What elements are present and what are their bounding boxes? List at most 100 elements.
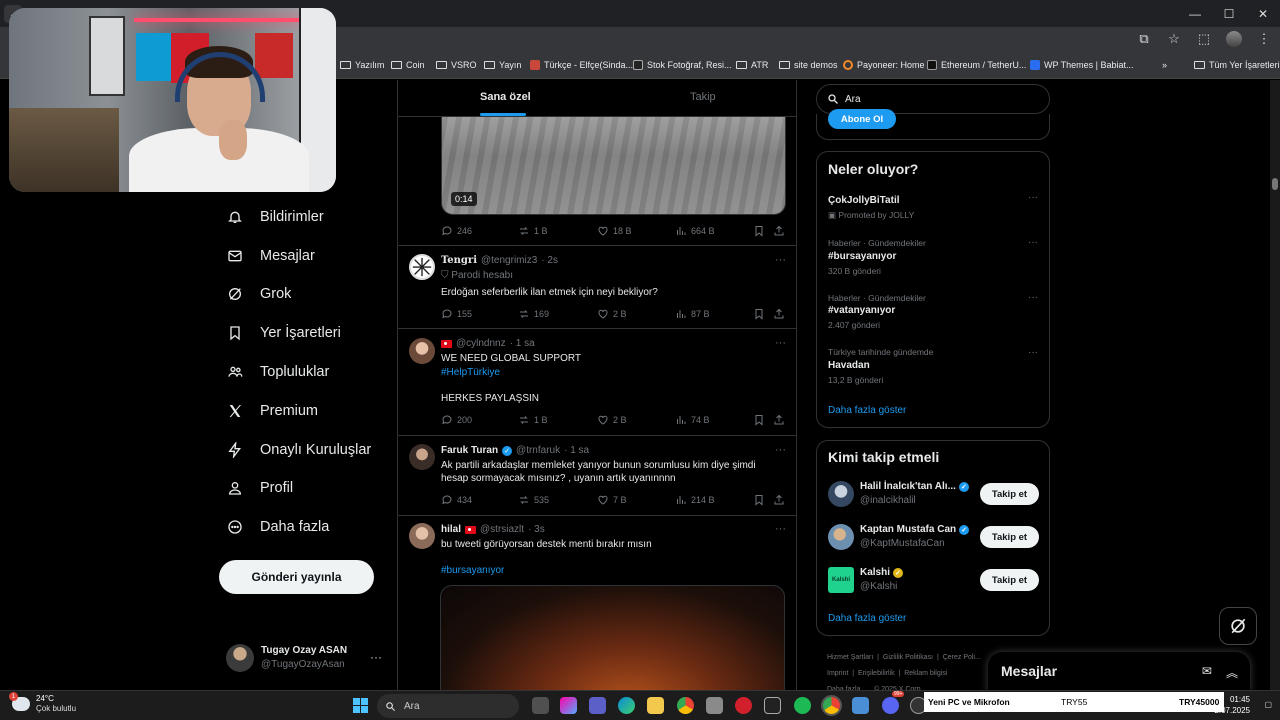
bookmark-folder[interactable]: ATR (736, 60, 768, 70)
tweet[interactable]: @cylndnnz · 1 sa ··· WE NEED GLOBAL SUPP… (398, 329, 796, 436)
account-more-icon[interactable]: ··· (370, 650, 382, 664)
avatar[interactable] (409, 338, 435, 364)
trend-more-icon[interactable]: ··· (1028, 237, 1038, 248)
nav-messages[interactable]: Mesajlar (226, 243, 315, 269)
like-button[interactable]: 7 B (597, 494, 627, 506)
repost-button[interactable]: 1 B (518, 414, 548, 426)
taskbar-search[interactable]: Ara (377, 694, 519, 718)
suggested-user-name[interactable]: Kalshi ✓ (860, 567, 904, 578)
views-button[interactable]: 87 B (675, 308, 710, 320)
share-button[interactable] (773, 308, 785, 320)
share-button[interactable] (773, 494, 785, 506)
windows-start-icon[interactable] (353, 698, 368, 713)
nav-communities[interactable]: Topluluklar (226, 359, 329, 385)
author-handle[interactable]: @cylndnnz (456, 338, 506, 349)
tab-for-you[interactable]: Sana özel (480, 91, 531, 103)
new-message-icon[interactable]: ✉ (1202, 664, 1212, 681)
teams-icon[interactable] (589, 697, 606, 714)
reply-button[interactable]: 155 (441, 308, 472, 320)
like-button[interactable]: 2 B (597, 414, 627, 426)
copilot-icon[interactable] (560, 697, 577, 714)
tweet-time[interactable]: · 3s (528, 524, 545, 535)
views-button[interactable]: 74 B (675, 414, 710, 426)
follow-button[interactable]: Takip et (980, 569, 1039, 591)
avatar[interactable] (409, 254, 435, 280)
grok-floating-button[interactable] (1219, 607, 1257, 645)
chrome-active-icon[interactable] (823, 697, 840, 714)
expand-drawer-icon[interactable]: ︽ (1226, 664, 1238, 681)
footer-link[interactable]: Erişilebilirlik (858, 670, 895, 677)
nav-grok[interactable]: Grok (226, 281, 291, 307)
tweet-more-icon[interactable]: ··· (775, 337, 786, 349)
reply-button[interactable]: 434 (441, 494, 472, 506)
discord-icon[interactable]: 99+ (882, 691, 905, 714)
messages-drawer[interactable]: Mesajlar ✉ ︽ (988, 652, 1250, 692)
bookmark-folder[interactable]: site demos (779, 60, 838, 70)
tweet[interactable]: Tengri @tengrimiz3 · 2s ⛉ Parodi hesabı … (398, 246, 796, 329)
nav-verified-orgs[interactable]: Onaylı Kuruluşlar (226, 437, 371, 463)
profile-avatar[interactable] (1226, 31, 1242, 47)
avatar[interactable] (828, 524, 854, 550)
like-button[interactable]: 2 B (597, 308, 627, 320)
follow-button[interactable]: Takip et (980, 526, 1039, 548)
author-name[interactable]: Tengri (441, 255, 477, 266)
suggested-user-name[interactable]: Halil İnalcık'tan Alı... ✓ (860, 481, 969, 492)
edge-icon[interactable] (618, 697, 635, 714)
nav-notifications[interactable]: Bildirimler (226, 204, 324, 230)
who-to-follow-show-more-link[interactable]: Daha fazla göster (828, 613, 906, 624)
author-handle[interactable]: @trnfaruk (516, 445, 560, 456)
bookmark-link[interactable]: Stok Fotoğraf, Resi... (633, 60, 732, 70)
search-input[interactable]: Ara (845, 94, 861, 105)
avatar[interactable] (409, 523, 435, 549)
avatar[interactable] (409, 444, 435, 470)
footer-link[interactable]: Çerez Poli... (943, 654, 981, 661)
install-app-icon[interactable]: ⧉ (1136, 31, 1152, 47)
trend-name[interactable]: #vatanyanıyor (828, 305, 895, 316)
bookmark-link[interactable]: Payoneer: Home (843, 60, 925, 70)
all-bookmarks-folder[interactable]: Tüm Yer İşaretleri (1194, 60, 1280, 70)
tweet-time[interactable]: · 1 sa (510, 338, 535, 349)
bookmark-folder[interactable]: Yayın (484, 60, 521, 70)
nav-profile[interactable]: Profil (226, 475, 293, 501)
account-switcher[interactable]: Tugay Ozay ASAN @TugayOzayAsan ··· (226, 642, 386, 674)
nav-premium[interactable]: Premium (226, 398, 318, 424)
weather-widget[interactable]: 1 24°C Çok bulutlu (9, 692, 76, 714)
repost-button[interactable]: 535 (518, 494, 549, 506)
minimize-button[interactable]: — (1178, 0, 1212, 27)
footer-link[interactable]: Imprint (827, 670, 848, 677)
bookmark-folder[interactable]: Coin (391, 60, 425, 70)
tweet[interactable]: Faruk Turan ✓ @trnfaruk · 1 sa ··· Ak pa… (398, 436, 796, 516)
views-button[interactable]: 214 B (675, 494, 715, 506)
reply-button[interactable]: 200 (441, 414, 472, 426)
spotify-icon[interactable] (794, 697, 811, 714)
footer-link[interactable]: Reklam bilgisi (904, 670, 947, 677)
author-name[interactable]: Faruk Turan (441, 445, 498, 456)
bookmark-folder[interactable]: VSRO (436, 60, 477, 70)
footer-link[interactable]: Hizmet Şartları (827, 654, 873, 661)
tweet-time[interactable]: · 1 sa (564, 445, 589, 456)
bookmark-button[interactable] (753, 308, 765, 320)
notifications-icon[interactable]: ▢ (1264, 700, 1272, 709)
bookmark-folder[interactable]: Yazılım (340, 60, 384, 70)
share-button[interactable] (773, 414, 785, 426)
follow-button[interactable]: Takip et (980, 483, 1039, 505)
tweet-time[interactable]: · 2s (541, 255, 558, 266)
extensions-icon[interactable]: ⬚ (1196, 31, 1212, 47)
trend-more-icon[interactable]: ··· (1028, 292, 1038, 303)
bookmark-link[interactable]: WP Themes | Babiat... (1030, 60, 1134, 70)
bookmark-button[interactable] (753, 494, 765, 506)
author-handle[interactable]: @strsiazlt (480, 524, 524, 535)
star-icon[interactable]: ☆ (1166, 31, 1182, 47)
trend-name[interactable]: ÇokJollyBiTatil (828, 195, 900, 206)
trend-more-icon[interactable]: ··· (1028, 192, 1038, 203)
bookmarks-overflow-button[interactable]: » (1162, 60, 1167, 70)
chrome-icon[interactable] (677, 697, 694, 714)
opera-icon[interactable] (735, 697, 752, 714)
hashtag-link[interactable]: #bursayanıyor (441, 564, 781, 577)
bookmark-button[interactable] (753, 414, 765, 426)
hashtag-link[interactable]: #HelpTürkiye (441, 366, 781, 379)
capcut-icon[interactable] (764, 697, 781, 714)
app-icon[interactable] (852, 697, 869, 714)
author-handle[interactable]: @tengrimiz3 (481, 255, 537, 266)
author-name[interactable]: hilal (441, 524, 461, 535)
